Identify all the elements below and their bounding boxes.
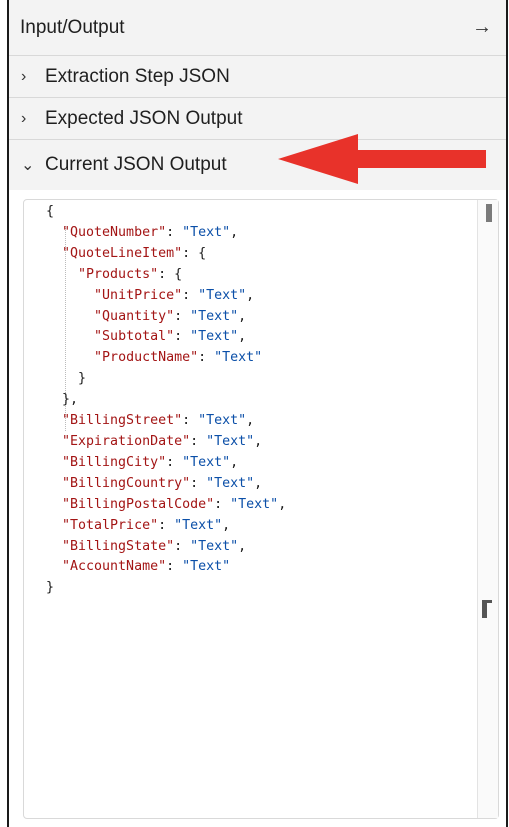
chevron-down-icon: ⌄ [21,157,35,174]
json-punctuation: , [230,454,239,470]
json-value: "Text" [214,350,263,366]
json-code-editor[interactable]: { "QuoteNumber": "Text", "QuoteLineItem"… [23,199,499,819]
json-punctuation: { [174,266,183,282]
code-line: "ExpirationDate": "Text", [62,433,263,449]
json-value: "Text" [190,329,239,345]
code-line: "BillingStreet": "Text", [62,413,255,429]
code-line: }, [46,392,78,407]
scrollbar-marker [482,600,492,618]
json-punctuation: } [78,371,87,387]
code-line: "ProductName": "Text" [94,350,263,366]
json-punctuation: , [246,287,255,303]
json-value: "Text" [182,224,231,240]
json-key: "ProductName" [94,350,199,366]
json-key: "BillingStreet" [62,413,183,429]
red-annotation-arrow [278,134,486,184]
code-line: "Quantity": "Text", [94,308,247,324]
json-punctuation: } [46,580,55,596]
json-value: "Text" [230,496,279,512]
section-label: Current JSON Output [45,154,227,175]
json-value: "Text" [198,287,247,303]
json-key: "BillingState" [62,538,175,554]
json-punctuation: }, [62,392,79,408]
json-punctuation: , [238,329,247,345]
code-line: "BillingCity": "Text", [62,454,239,470]
json-key: "BillingCity" [62,454,167,470]
json-value: "Text" [174,517,223,533]
chevron-right-icon: › [21,67,27,85]
scrollbar-thumb[interactable] [486,204,492,222]
code-line: } [46,580,54,595]
json-punctuation: , [238,308,247,324]
json-key: "BillingPostalCode" [62,496,215,512]
json-punctuation: { [198,245,207,261]
json-key: "Products" [78,266,159,282]
json-punctuation: , [230,224,239,240]
code-line: "BillingCountry": "Text", [62,475,263,491]
json-key: "UnitPrice" [94,287,183,303]
json-key: "Quantity" [94,308,175,324]
json-value: "Text" [190,538,239,554]
code-line: "Subtotal": "Text", [94,329,247,345]
json-punctuation: , [222,517,231,533]
code-line: "AccountName": "Text" [62,559,231,575]
json-key: "TotalPrice" [62,517,159,533]
json-punctuation: { [46,204,55,219]
json-punctuation: , [254,433,263,449]
json-key: "ExpirationDate" [62,433,191,449]
code-line: "QuoteLineItem": { [62,245,207,261]
code-line: "BillingPostalCode": "Text", [62,496,287,512]
section-label: Extraction Step JSON [45,65,230,87]
code-line: { [46,204,54,219]
code-line: "BillingState": "Text", [62,538,247,554]
arrow-right-icon[interactable]: → [472,16,492,39]
chevron-right-icon: › [21,109,27,127]
json-code[interactable]: { "QuoteNumber": "Text", "QuoteLineItem"… [46,202,286,599]
json-punctuation: , [238,538,247,554]
json-value: "Text" [182,559,231,575]
json-key: "QuoteLineItem" [62,245,183,261]
code-line: "UnitPrice": "Text", [94,287,255,303]
panel-header: Input/Output → [9,0,506,56]
json-key: "BillingCountry" [62,475,191,491]
input-output-panel: Input/Output → › Extraction Step JSON › … [7,0,508,827]
section-label: Expected JSON Output [45,107,243,129]
panel-title: Input/Output [20,16,125,38]
json-value: "Text" [206,433,255,449]
editor-scrollbar[interactable] [477,200,498,818]
json-punctuation: , [278,496,287,512]
code-line: "Products": { [78,266,183,282]
json-key: "QuoteNumber" [62,224,167,240]
code-line: } [46,371,86,386]
json-punctuation: , [254,475,263,491]
json-punctuation: , [246,413,255,429]
json-value: "Text" [182,454,231,470]
json-key: "AccountName" [62,559,167,575]
section-extraction-step-json[interactable]: › Extraction Step JSON [9,56,506,98]
json-value: "Text" [190,308,239,324]
json-value: "Text" [198,413,247,429]
json-value: "Text" [206,475,255,491]
code-line: "QuoteNumber": "Text", [62,224,239,240]
json-key: "Subtotal" [94,329,175,345]
code-line: "TotalPrice": "Text", [62,517,231,533]
